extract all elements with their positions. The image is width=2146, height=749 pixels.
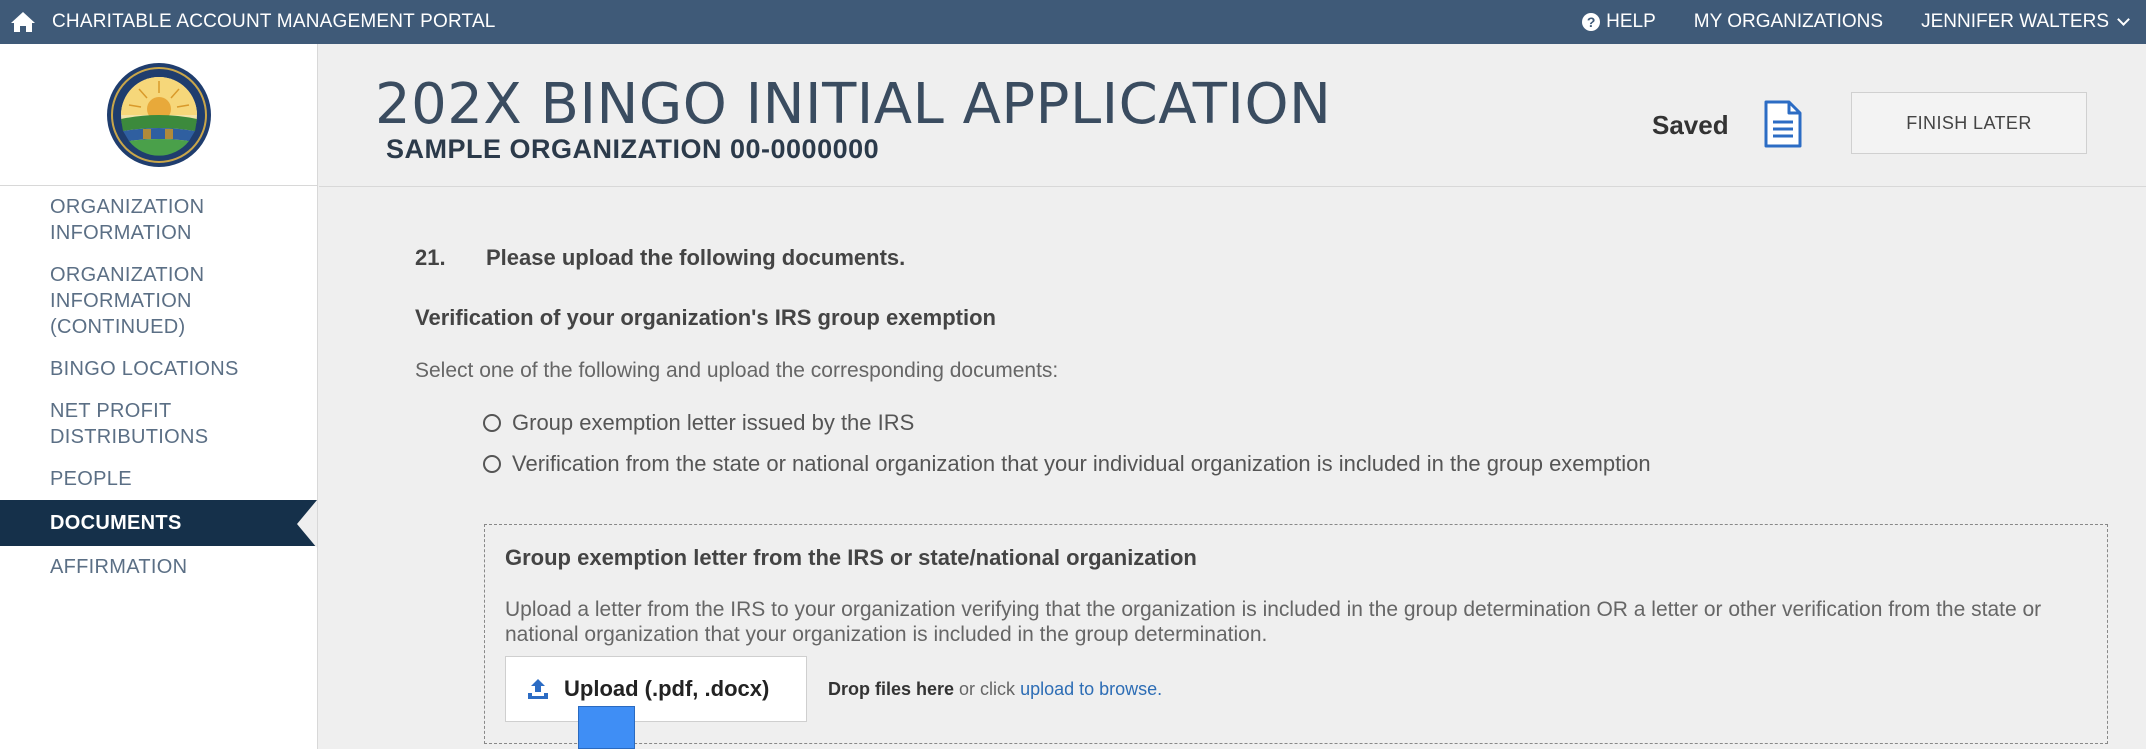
page-header: 202X BINGO INITIAL APPLICATION SAMPLE OR… — [319, 44, 2146, 187]
page-title: 202X BINGO INITIAL APPLICATION — [375, 72, 1332, 137]
main-content: 21. Please upload the following document… — [319, 188, 2146, 749]
browse-link[interactable]: upload to browse. — [1020, 679, 1162, 699]
sidebar-nav: ORGANIZATION INFORMATION ORGANIZATION IN… — [0, 186, 317, 588]
help-link[interactable]: ? HELP — [1582, 11, 1656, 33]
section-heading: Verification of your organization's IRS … — [415, 305, 996, 330]
home-icon[interactable] — [6, 5, 40, 39]
upload-description: Upload a letter from the IRS to your org… — [505, 598, 2042, 646]
saved-status: Saved — [1652, 110, 1729, 140]
question-text: Please upload the following documents. — [486, 245, 906, 270]
upload-button-label: Upload (.pdf, .docx) — [564, 676, 770, 701]
sidebar-item-bingo-locations[interactable]: BINGO LOCATIONS — [0, 348, 317, 390]
user-name: JENNIFER WALTERS — [1921, 11, 2109, 32]
my-organizations-link[interactable]: MY ORGANIZATIONS — [1694, 11, 1883, 33]
drag-cursor-indicator — [578, 706, 635, 749]
radio-circle-icon[interactable] — [483, 414, 501, 432]
radio-label: Verification from the state or national … — [512, 451, 1651, 476]
radio-irs-letter[interactable]: Group exemption letter issued by the IRS — [483, 410, 914, 436]
radio-state-national-verification[interactable]: Verification from the state or national … — [483, 451, 1651, 477]
drop-hint: Drop files here or click upload to brows… — [828, 679, 1162, 700]
user-menu[interactable]: JENNIFER WALTERS — [1921, 11, 2130, 33]
top-bar: CHARITABLE ACCOUNT MANAGEMENT PORTAL ? H… — [0, 0, 2146, 44]
upload-title: Group exemption letter from the IRS or s… — [505, 545, 1197, 570]
finish-later-button[interactable]: FINISH LATER — [1851, 92, 2087, 154]
upload-button[interactable]: Upload (.pdf, .docx) — [505, 656, 807, 722]
help-label: HELP — [1606, 11, 1656, 32]
organization-name: SAMPLE ORGANIZATION 00-0000000 — [386, 134, 880, 164]
sidebar: ORGANIZATION INFORMATION ORGANIZATION IN… — [0, 44, 318, 749]
radio-circle-icon[interactable] — [483, 455, 501, 473]
drop-mid: or click — [954, 679, 1021, 699]
question-number: 21. — [415, 245, 446, 270]
portal-title[interactable]: CHARITABLE ACCOUNT MANAGEMENT PORTAL — [52, 11, 496, 33]
upload-icon — [528, 679, 548, 699]
sidebar-item-documents[interactable]: DOCUMENTS — [0, 500, 317, 548]
document-icon[interactable] — [1763, 100, 1803, 153]
sidebar-item-organization-information-continued[interactable]: ORGANIZATION INFORMATION (CONTINUED) — [0, 254, 317, 348]
my-organizations-label: MY ORGANIZATIONS — [1693, 11, 1884, 32]
seal-container — [0, 44, 317, 186]
sidebar-item-organization-information[interactable]: ORGANIZATION INFORMATION — [0, 186, 317, 254]
attorney-general-seal-logo — [106, 62, 211, 167]
upload-dropzone[interactable]: Group exemption letter from the IRS or s… — [484, 524, 2108, 744]
sidebar-item-net-profit-distributions[interactable]: NET PROFIT DISTRIBUTIONS — [0, 390, 317, 458]
instruction-text: Select one of the following and upload t… — [415, 359, 1059, 382]
sidebar-item-people[interactable]: PEOPLE — [0, 458, 317, 500]
sidebar-item-affirmation[interactable]: AFFIRMATION — [0, 546, 317, 588]
question-circle-icon: ? — [1582, 13, 1601, 31]
radio-label: Group exemption letter issued by the IRS — [512, 410, 915, 435]
drop-bold: Drop files here — [828, 679, 955, 699]
chevron-down-icon — [2117, 13, 2130, 26]
